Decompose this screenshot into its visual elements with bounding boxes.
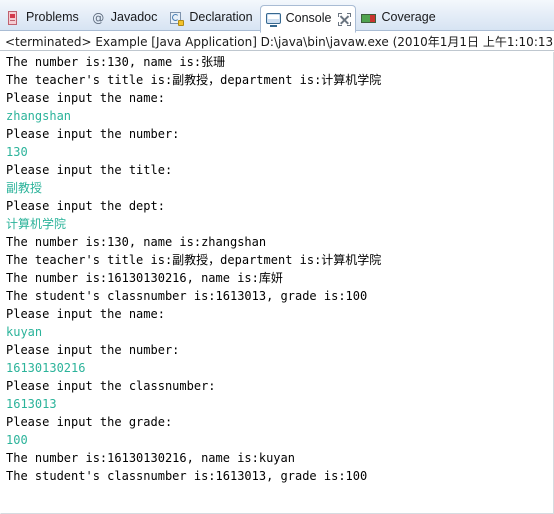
console-output-line: Please input the classnumber:	[6, 379, 216, 393]
console-output-line: Please input the dept:	[6, 199, 165, 213]
console-input-line: 100	[6, 433, 28, 447]
console-input-line: 130	[6, 145, 28, 159]
tab-console[interactable]: Console	[259, 5, 357, 33]
tab-javadoc[interactable]: @ Javadoc	[86, 5, 165, 32]
console-output-line: The student's classnumber is:1613013, gr…	[6, 289, 368, 303]
console-input-line: 16130130216	[6, 361, 86, 375]
javadoc-icon: @	[92, 11, 105, 25]
console-output-line: Please input the name:	[6, 91, 165, 105]
tab-label: Javadoc	[110, 10, 158, 25]
console-output-line: Please input the name:	[6, 307, 165, 321]
tab-coverage[interactable]: Coverage	[356, 5, 442, 32]
console-output-line: The teacher's title is:副教授，department is…	[6, 253, 382, 267]
launch-configuration-line: <terminated> Example [Java Application] …	[0, 31, 554, 51]
console-output-line: Please input the number:	[6, 127, 180, 141]
console-output-line: The teacher's title is:副教授，department is…	[6, 73, 382, 87]
console-icon	[265, 12, 281, 27]
tab-label: Declaration	[189, 10, 253, 25]
console-output-line: The number is:16130130216, name is:kuyan	[6, 451, 295, 465]
tab-label: Problems	[26, 10, 79, 25]
console-input-line: kuyan	[6, 325, 43, 339]
console-output-area[interactable]: The number is:130, name is:张珊 The teacher…	[0, 52, 554, 514]
console-input-line: 计算机学院	[6, 217, 67, 231]
console-output-line: The number is:130, name is:张珊	[6, 55, 226, 69]
tab-problems[interactable]: Problems	[1, 5, 86, 32]
problems-icon	[6, 11, 21, 26]
close-icon[interactable]	[338, 12, 352, 26]
tab-label: Coverage	[381, 10, 436, 25]
console-output-line: The number is:130, name is:zhangshan	[6, 235, 267, 249]
console-output-line: Please input the title:	[6, 163, 173, 177]
console-input-line: zhangshan	[6, 109, 72, 123]
declaration-icon	[169, 11, 185, 26]
eclipse-console-view: Problems @ Javadoc Declaration Console Covera…	[0, 0, 554, 514]
console-output-line: Please input the number:	[6, 343, 180, 357]
coverage-icon	[361, 11, 377, 26]
console-output-line: Please input the grade:	[6, 415, 173, 429]
console-input-line: 1613013	[6, 397, 57, 411]
console-output-line: The number is:16130130216, name is:库妍	[6, 271, 283, 285]
view-tab-bar: Problems @ Javadoc Declaration Console Covera…	[0, 0, 554, 33]
tab-declaration[interactable]: Declaration	[164, 5, 259, 32]
console-input-line: 副教授	[6, 181, 43, 195]
tab-label: Console	[285, 10, 332, 25]
console-output-line: The student's classnumber is:1613013, gr…	[6, 469, 368, 483]
